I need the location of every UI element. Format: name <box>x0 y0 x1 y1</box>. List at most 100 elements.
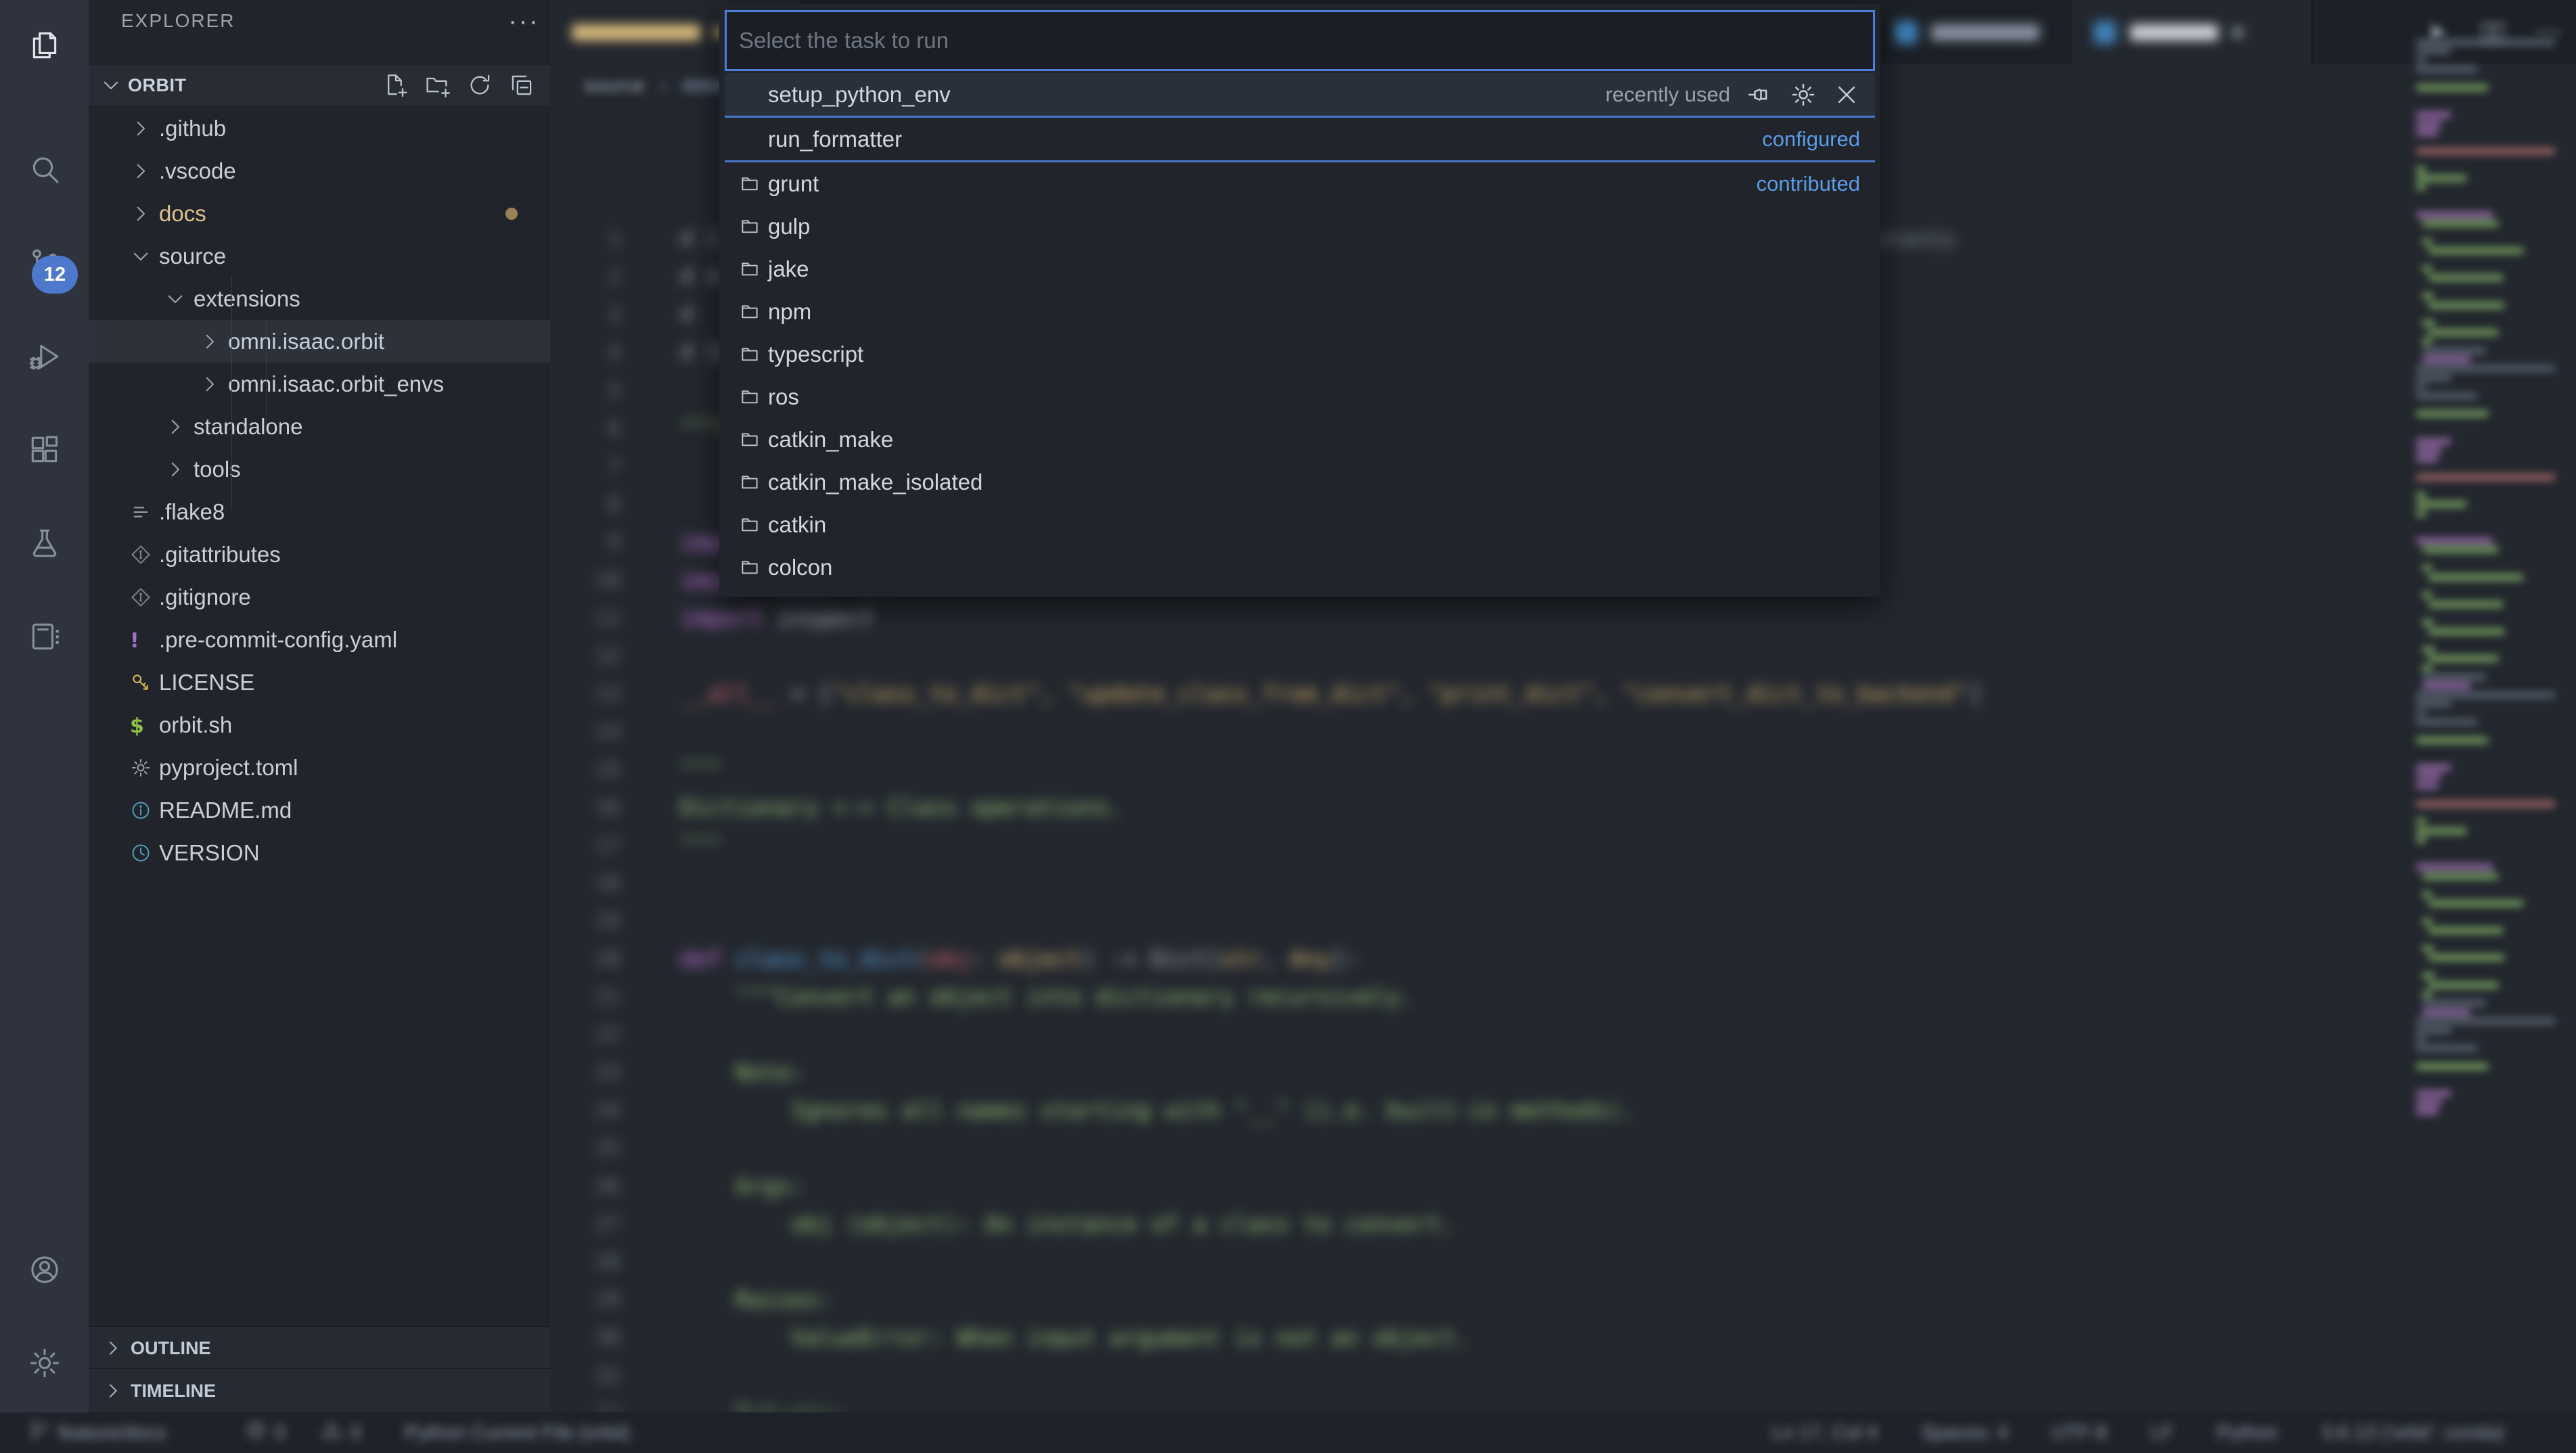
quick-pick-item[interactable]: catkin <box>725 503 1875 546</box>
close-icon[interactable] <box>2232 26 2244 39</box>
python-file-icon <box>1895 21 1918 44</box>
quick-pick-item[interactable]: setup_python_env recently used <box>725 73 1875 116</box>
tree-item-label: omni.isaac.orbit <box>228 329 384 354</box>
tree-item[interactable]: extensions <box>89 277 550 320</box>
tree-item[interactable]: .vscode <box>89 149 550 192</box>
blurred-tab-label <box>1931 24 2039 41</box>
status-item[interactable]: Spaces: 4 <box>1913 1422 2008 1444</box>
status-item[interactable]: 3.6.13 ('orbit': conda) <box>2313 1422 2504 1444</box>
new-file-icon[interactable] <box>382 72 409 99</box>
tree-item[interactable]: !.pre-commit-config.yaml <box>89 618 550 661</box>
breadcrumb-item[interactable]: source <box>584 74 645 97</box>
minimap-line <box>2422 565 2432 571</box>
code-text: Note: <box>620 1054 805 1092</box>
explorer-sidebar: EXPLORER ··· ORBIT .github .vscode docs <box>89 0 550 1412</box>
tree-item-label: .gitattributes <box>159 542 281 568</box>
status-item[interactable]: 0 <box>245 1419 286 1446</box>
clock-icon <box>130 842 152 864</box>
status-item[interactable]: Ln 17, Col 4 <box>1764 1422 1878 1444</box>
tree-item[interactable]: LICENSE <box>89 661 550 704</box>
tree-item[interactable]: omni.isaac.orbit_envs <box>89 363 550 405</box>
tree-item[interactable]: .gitattributes <box>89 533 550 576</box>
quick-pick-item[interactable]: catkin_make <box>725 418 1875 461</box>
tree-item[interactable]: omni.isaac.orbit <box>89 320 550 363</box>
chevron-down-icon <box>99 74 122 97</box>
minimap-line <box>2428 655 2499 662</box>
status-item[interactable]: UTF-8 <box>2043 1422 2107 1444</box>
quick-pick-item[interactable]: jake <box>725 248 1875 290</box>
views-more-actions-icon[interactable]: ··· <box>508 6 539 37</box>
minimap-line <box>2416 511 2426 517</box>
minimap-line <box>2422 356 2470 363</box>
quick-pick-input[interactable]: Select the task to run <box>725 10 1875 71</box>
quick-pick-item[interactable]: npm <box>725 290 1875 333</box>
tree-item[interactable]: docs <box>89 192 550 235</box>
status-item[interactable]: LF <box>2142 1422 2173 1444</box>
folder-icon <box>738 259 761 279</box>
tree-item[interactable]: .flake8 <box>89 490 550 533</box>
sidebar-item-notebooks[interactable] <box>0 597 89 676</box>
minimap-line <box>2416 166 2426 172</box>
tab-dict-py[interactable] <box>2072 0 2313 64</box>
tree-item[interactable]: tools <box>89 448 550 490</box>
minimap[interactable] <box>2416 39 2564 1412</box>
status-item[interactable]: Python Current File (orbit) <box>397 1422 631 1444</box>
account-button[interactable] <box>0 1230 89 1310</box>
quick-pick-item[interactable]: ros <box>725 375 1875 418</box>
minimap-line <box>2416 447 2441 453</box>
refresh-icon[interactable] <box>466 72 493 99</box>
minimap-line <box>2416 48 2451 54</box>
line-number: 25 <box>550 1130 620 1168</box>
folder-icon <box>738 430 761 450</box>
sidebar-item-testing[interactable] <box>0 503 89 583</box>
quick-pick-item[interactable]: grunt contributed <box>725 162 1875 205</box>
close-icon[interactable] <box>1833 81 1860 108</box>
section-header-outline[interactable]: OUTLINE <box>89 1326 550 1369</box>
minimap-line <box>2416 1018 2555 1024</box>
folder-icon <box>738 302 761 322</box>
code-text <box>620 1357 680 1395</box>
code-line: 22 <box>550 1016 2404 1054</box>
section-header-orbit[interactable]: ORBIT <box>89 65 550 106</box>
tree-item[interactable]: standalone <box>89 405 550 448</box>
minimap-line <box>2416 1045 2477 1051</box>
status-item[interactable]: Python <box>2209 1422 2278 1444</box>
orbit-actions <box>382 72 550 99</box>
quick-pick-item[interactable]: run_formatter configured <box>725 118 1875 160</box>
minimap-line <box>2428 900 2523 906</box>
minimap-line <box>2422 547 2499 553</box>
quick-pick-item[interactable]: colcon <box>725 546 1875 589</box>
quick-pick-item[interactable]: typescript <box>725 333 1875 375</box>
status-item[interactable]: 0 <box>321 1419 361 1446</box>
gear-icon[interactable] <box>1790 81 1817 108</box>
new-folder-icon[interactable] <box>424 72 451 99</box>
pin-icon[interactable] <box>1746 81 1773 108</box>
sidebar-item-extensions[interactable] <box>0 410 89 490</box>
code-line: 24 Ignores all names starting with "__" … <box>550 1092 2404 1130</box>
tree-item[interactable]: source <box>89 235 550 277</box>
folder-icon <box>738 344 761 365</box>
manage-button[interactable] <box>0 1323 89 1403</box>
collapse-all-icon[interactable] <box>508 72 535 99</box>
line-number: 19 <box>550 902 620 940</box>
tree-item[interactable]: $orbit.sh <box>89 704 550 746</box>
sidebar-item-search[interactable] <box>0 130 89 210</box>
minimap-line <box>2416 121 2441 127</box>
sidebar-item-explorer[interactable] <box>0 5 89 85</box>
tree-item[interactable]: .gitignore <box>89 576 550 618</box>
tree-item[interactable]: README.md <box>89 789 550 831</box>
quick-pick-item[interactable]: catkin_make_isolated <box>725 461 1875 503</box>
tree-item[interactable]: .github <box>89 107 550 149</box>
status-item[interactable]: feature/docs <box>28 1419 166 1446</box>
minimap-line <box>2422 973 2435 979</box>
minimap-line <box>2422 239 2432 245</box>
tree-item[interactable]: VERSION <box>89 831 550 874</box>
quick-pick-item[interactable]: gulp <box>725 205 1875 248</box>
section-header-timeline[interactable]: TIMELINE <box>89 1368 550 1412</box>
task-label: jake <box>768 256 809 282</box>
code-line: 26 Args: <box>550 1168 2404 1205</box>
chevron-right-icon <box>164 415 187 438</box>
sidebar-item-run-debug[interactable] <box>0 317 89 396</box>
sidebar-item-source-control[interactable]: 12 <box>0 223 89 303</box>
tree-item[interactable]: pyproject.toml <box>89 746 550 789</box>
